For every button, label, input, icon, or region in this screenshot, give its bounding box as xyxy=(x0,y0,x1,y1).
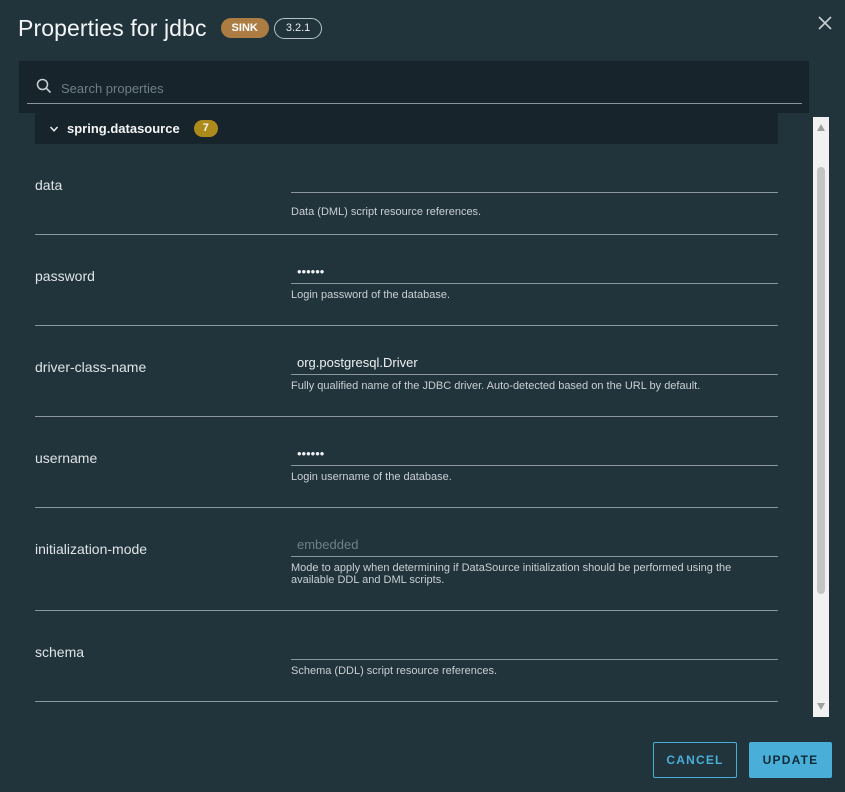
search-input[interactable] xyxy=(59,75,803,101)
scroll-thumb[interactable] xyxy=(817,167,825,594)
dialog-header: Properties for jdbc SINK 3.2.1 xyxy=(18,12,323,44)
property-label: driver-class-name xyxy=(35,359,147,375)
property-row-initialization-mode: initialization-mode Mode to apply when d… xyxy=(35,508,778,611)
close-icon[interactable] xyxy=(816,14,834,32)
initialization-mode-field[interactable] xyxy=(291,532,778,557)
property-description: Data (DML) script resource references. xyxy=(291,206,482,218)
property-description: Fully qualified name of the JDBC driver.… xyxy=(291,380,701,392)
search-bar xyxy=(19,61,809,113)
schema-field[interactable] xyxy=(291,635,778,660)
property-row-data: data Data (DML) script resource referenc… xyxy=(35,121,778,235)
properties-list: spring.datasource 7 data Data (DML) scri… xyxy=(35,113,778,718)
type-badge: SINK xyxy=(220,18,269,38)
version-badge: 3.2.1 xyxy=(273,17,323,39)
property-label: schema xyxy=(35,644,85,660)
update-button[interactable]: UPDATE xyxy=(749,742,832,778)
property-label: password xyxy=(35,268,95,284)
property-row-username: username Login username of the database. xyxy=(35,417,778,508)
cancel-button[interactable]: CANCEL xyxy=(653,742,737,778)
password-field[interactable] xyxy=(291,259,778,284)
driver-class-name-field[interactable] xyxy=(291,350,778,375)
property-description: Login password of the database. xyxy=(291,289,451,301)
property-label: username xyxy=(35,450,98,466)
property-row-password: password Login password of the database. xyxy=(35,235,778,326)
username-field[interactable] xyxy=(291,441,778,466)
scroll-down-arrow[interactable] xyxy=(817,703,825,710)
property-label: data xyxy=(35,177,63,193)
search-icon xyxy=(36,78,52,94)
data-field[interactable] xyxy=(291,168,778,193)
property-description: Schema (DDL) script resource references. xyxy=(291,665,498,677)
property-label: initialization-mode xyxy=(35,541,148,557)
property-description: Mode to apply when determining if DataSo… xyxy=(291,562,732,586)
property-row-driver-class-name: driver-class-name Fully qualified name o… xyxy=(35,326,778,417)
property-description: Login username of the database. xyxy=(291,471,452,483)
search-underline xyxy=(27,103,802,104)
dialog-title: Properties for jdbc xyxy=(18,14,207,41)
scrollbar[interactable] xyxy=(813,117,829,717)
scroll-up-arrow[interactable] xyxy=(817,124,825,131)
property-row-schema: schema Schema (DDL) script resource refe… xyxy=(35,611,778,702)
